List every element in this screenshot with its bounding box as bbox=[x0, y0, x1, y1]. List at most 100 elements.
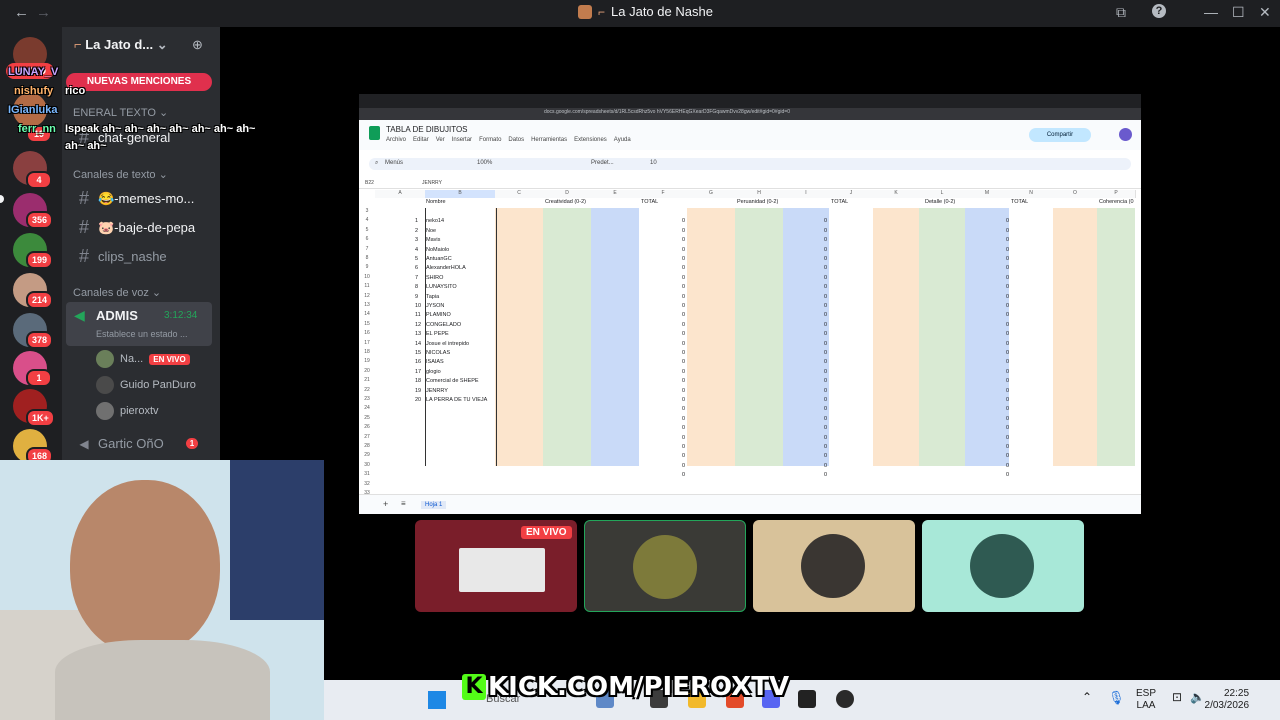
participant-name[interactable]: Tapia bbox=[426, 293, 439, 302]
network-icon[interactable]: ⊡ bbox=[1172, 690, 1182, 704]
total-cell[interactable]: 0 bbox=[817, 255, 827, 264]
total-cell[interactable]: 0 bbox=[999, 340, 1009, 349]
total-cell[interactable]: 0 bbox=[675, 283, 685, 292]
obs-icon[interactable] bbox=[798, 690, 816, 708]
total-cell[interactable]: 0 bbox=[999, 358, 1009, 367]
participant-name[interactable]: Mavis bbox=[426, 236, 440, 245]
total-cell[interactable]: 0 bbox=[999, 311, 1009, 320]
participant-name[interactable]: NICOLAS bbox=[426, 349, 450, 358]
row-header[interactable]: 5 bbox=[359, 227, 375, 233]
total-cell[interactable]: 0 bbox=[675, 302, 685, 311]
total-cell[interactable]: 0 bbox=[675, 349, 685, 358]
total-cell[interactable]: 0 bbox=[817, 349, 827, 358]
search-menus-icon[interactable]: ⌕ bbox=[375, 160, 378, 167]
row-header[interactable]: 19 bbox=[359, 358, 375, 364]
column-header[interactable]: G bbox=[687, 190, 736, 198]
total-cell[interactable]: 0 bbox=[999, 424, 1009, 433]
total-cell[interactable]: 0 bbox=[999, 283, 1009, 292]
row-header[interactable]: 8 bbox=[359, 255, 375, 261]
participant-name[interactable]: JENRRY bbox=[426, 387, 448, 396]
total-cell[interactable]: 0 bbox=[999, 368, 1009, 377]
total-cell[interactable]: 0 bbox=[999, 452, 1009, 461]
participant-name[interactable]: NoMaiolo bbox=[426, 246, 449, 255]
voice-member[interactable]: Na... EN VIVO bbox=[96, 350, 190, 368]
total-cell[interactable]: 0 bbox=[817, 246, 827, 255]
participant-tile[interactable] bbox=[584, 520, 746, 612]
help-icon[interactable]: ? bbox=[1152, 4, 1166, 18]
total-cell[interactable]: 0 bbox=[999, 293, 1009, 302]
participant-name[interactable]: AntuanGC bbox=[426, 255, 452, 264]
total-cell[interactable]: 0 bbox=[675, 264, 685, 273]
channel-baje-de-pepa[interactable]: # 🐷-baje-de-pepa bbox=[76, 217, 195, 238]
menu-datos[interactable]: Datos bbox=[508, 137, 524, 143]
browser-tab-strip[interactable] bbox=[359, 94, 1141, 108]
row-header[interactable]: 29 bbox=[359, 452, 375, 458]
voice-member[interactable]: pieroxtv bbox=[96, 402, 159, 420]
row-header[interactable]: 7 bbox=[359, 246, 375, 252]
column-header[interactable]: N bbox=[1009, 190, 1054, 198]
row-header[interactable]: 13 bbox=[359, 302, 375, 308]
row-header[interactable]: 10 bbox=[359, 274, 375, 280]
total-cell[interactable]: 0 bbox=[675, 387, 685, 396]
total-cell[interactable]: 0 bbox=[675, 274, 685, 283]
row-header[interactable]: 17 bbox=[359, 340, 375, 346]
total-cell[interactable]: 0 bbox=[999, 443, 1009, 452]
total-cell[interactable]: 0 bbox=[999, 396, 1009, 405]
participant-name[interactable]: CONGELADO bbox=[426, 321, 461, 330]
total-cell[interactable]: 0 bbox=[817, 452, 827, 461]
voice-channel-gartic[interactable]: ◀ Gartic OñO 1 bbox=[76, 436, 199, 451]
total-cell[interactable]: 0 bbox=[999, 321, 1009, 330]
back-arrow-icon[interactable]: ← bbox=[14, 4, 29, 21]
row-header[interactable]: 30 bbox=[359, 462, 375, 468]
screen-share[interactable]: docs.google.com/spreadsheets/d/1RL5csdRh… bbox=[359, 94, 1141, 514]
total-cell[interactable]: 0 bbox=[817, 217, 827, 226]
row-header[interactable]: 32 bbox=[359, 481, 375, 487]
menu-editar[interactable]: Editar bbox=[413, 137, 429, 143]
column-header[interactable]: D bbox=[543, 190, 592, 198]
total-cell[interactable]: 0 bbox=[817, 471, 827, 480]
participant-name[interactable]: EL PEPE bbox=[426, 330, 449, 339]
participant-name[interactable]: AlexanderHOLA bbox=[426, 264, 466, 273]
total-cell[interactable]: 0 bbox=[817, 340, 827, 349]
formula-value[interactable]: JENRRY bbox=[422, 180, 442, 186]
total-cell[interactable]: 0 bbox=[817, 405, 827, 414]
total-cell[interactable]: 0 bbox=[817, 424, 827, 433]
sheet-title[interactable]: TABLA DE DIBUJITOS bbox=[386, 125, 468, 134]
minimize-icon[interactable]: — bbox=[1204, 4, 1218, 20]
participant-name[interactable]: Josue el intrepido bbox=[426, 340, 469, 349]
total-cell[interactable]: 0 bbox=[675, 321, 685, 330]
total-cell[interactable]: 0 bbox=[999, 255, 1009, 264]
total-cell[interactable]: 0 bbox=[999, 387, 1009, 396]
participant-name[interactable]: LUNAYSITO bbox=[426, 283, 457, 292]
row-header[interactable]: 9 bbox=[359, 264, 375, 270]
total-cell[interactable]: 0 bbox=[817, 264, 827, 273]
column-header[interactable]: O bbox=[1053, 190, 1098, 198]
total-cell[interactable]: 0 bbox=[675, 330, 685, 339]
row-header[interactable]: 22 bbox=[359, 387, 375, 393]
total-cell[interactable]: 0 bbox=[675, 246, 685, 255]
channel-memes[interactable]: # 😂-memes-mo... bbox=[76, 188, 194, 209]
total-cell[interactable]: 0 bbox=[675, 217, 685, 226]
sheet-tab[interactable]: Hoja 1 bbox=[421, 501, 447, 509]
channel-clips-nashe[interactable]: # clips_nashe bbox=[76, 246, 167, 267]
row-header[interactable]: 18 bbox=[359, 349, 375, 355]
row-header[interactable]: 28 bbox=[359, 443, 375, 449]
participant-name[interactable]: ISAIAS bbox=[426, 358, 444, 367]
language-indicator[interactable]: ESP LAA bbox=[1136, 688, 1156, 712]
total-cell[interactable]: 0 bbox=[675, 396, 685, 405]
row-header[interactable]: 24 bbox=[359, 405, 375, 411]
total-cell[interactable]: 0 bbox=[675, 236, 685, 245]
participant-name[interactable]: Noe bbox=[426, 227, 436, 236]
row-header[interactable]: 14 bbox=[359, 311, 375, 317]
column-header[interactable]: A bbox=[375, 190, 426, 198]
voice-status[interactable]: Establece un estado ... bbox=[96, 329, 188, 339]
category-general[interactable]: ENERAL TEXTO ⌄ bbox=[73, 106, 168, 119]
total-cell[interactable]: 0 bbox=[817, 434, 827, 443]
total-cell[interactable]: 0 bbox=[817, 443, 827, 452]
total-cell[interactable]: 0 bbox=[817, 358, 827, 367]
row-header[interactable]: 31 bbox=[359, 471, 375, 477]
font-select[interactable]: Predet... bbox=[591, 160, 614, 166]
total-cell[interactable]: 0 bbox=[817, 293, 827, 302]
chevron-up-icon[interactable]: ⌃ bbox=[1082, 690, 1092, 704]
account-avatar[interactable] bbox=[1119, 128, 1132, 141]
